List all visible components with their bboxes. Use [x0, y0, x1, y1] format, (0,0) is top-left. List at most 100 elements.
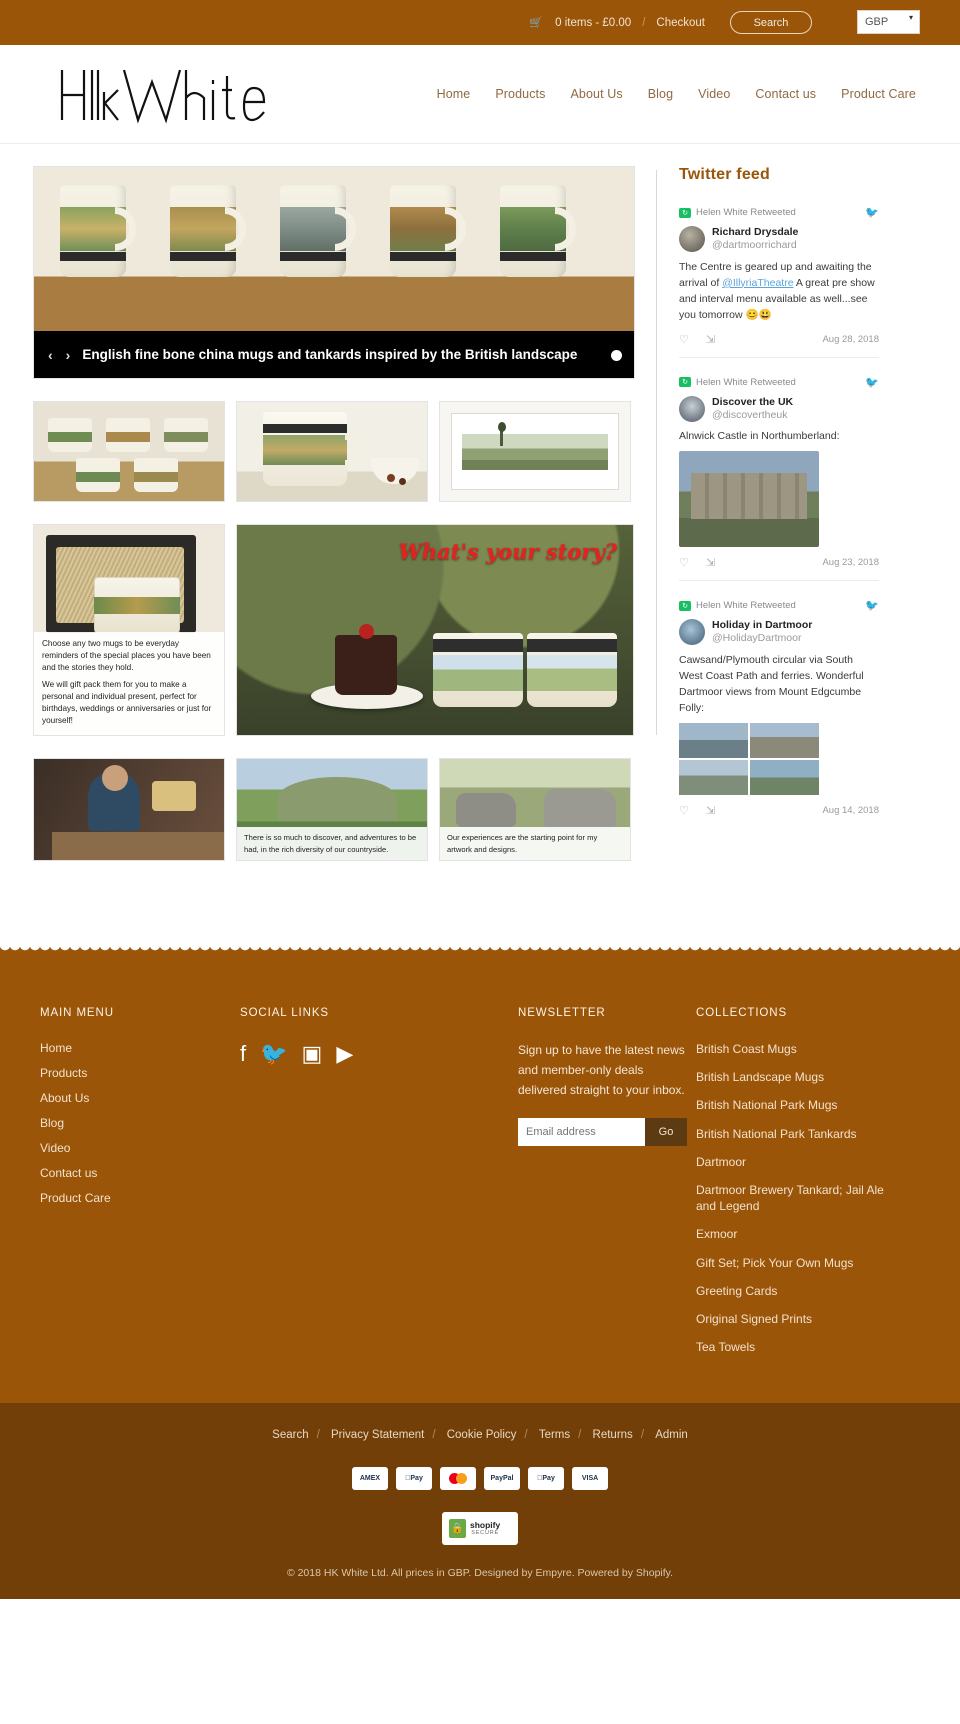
main-content: ‹ › English fine bone china mugs and tan…: [33, 166, 635, 861]
tweet-author[interactable]: Discover the UK: [712, 396, 793, 409]
tweet-mention[interactable]: @IllyriaTheatre: [722, 277, 793, 289]
footer-link-home[interactable]: Home: [40, 1041, 240, 1055]
collection-tea-towels[interactable]: Tea Towels: [696, 1339, 886, 1355]
site-header: Home Products About Us Blog Video Contac…: [0, 45, 960, 144]
tweet-media-grid[interactable]: [679, 722, 819, 795]
checkout-link[interactable]: Checkout: [656, 17, 705, 29]
footer-bottom-bar: Search / Privacy Statement / Cookie Policy…: [0, 1403, 960, 1600]
footer-bottom-separator: /: [640, 1429, 645, 1442]
footer-bottom-link-admin[interactable]: Admin: [655, 1429, 688, 1441]
instagram-icon[interactable]: ▣: [302, 1041, 323, 1067]
tweet-media-thumb[interactable]: [679, 759, 748, 795]
hero-carousel[interactable]: ‹ › English fine bone china mugs and tan…: [33, 166, 635, 379]
story-headline: What's your story?: [398, 539, 617, 564]
product-tile-framed-print[interactable]: [439, 401, 631, 502]
footer-bottom-link-cookie-policy[interactable]: Cookie Policy: [447, 1429, 517, 1441]
site-logo[interactable]: [58, 62, 288, 126]
chocolate-cake: [335, 635, 397, 695]
footer-bottom-link-returns[interactable]: Returns: [593, 1429, 633, 1441]
tweet-media-thumb[interactable]: [679, 722, 748, 758]
carousel-indicator-dot[interactable]: [611, 350, 622, 361]
youtube-icon[interactable]: ▶: [336, 1041, 353, 1067]
newsletter-email-input[interactable]: [518, 1118, 645, 1147]
story-promo[interactable]: What's your story?: [236, 524, 634, 736]
collection-greeting-cards[interactable]: Greeting Cards: [696, 1283, 886, 1299]
footer-bottom-link-search[interactable]: Search: [272, 1429, 308, 1441]
hero-caption-text: English fine bone china mugs and tankard…: [82, 347, 578, 362]
tweet-text: The Centre is geared up and awaiting the…: [679, 260, 879, 324]
footer-link-about-us[interactable]: About Us: [40, 1091, 240, 1105]
heart-icon[interactable]: ♡: [679, 556, 689, 569]
experiences-caption: Our experiences are the starting point f…: [440, 827, 630, 860]
footer-bottom-separator: /: [524, 1429, 528, 1442]
collection-original-signed-prints[interactable]: Original Signed Prints: [696, 1311, 886, 1327]
heart-icon[interactable]: ♡: [679, 804, 689, 817]
tweet-text: Cawsand/Plymouth circular via South West…: [679, 654, 864, 714]
footer-link-blog[interactable]: Blog: [40, 1116, 240, 1130]
facebook-icon[interactable]: f: [240, 1041, 246, 1067]
collection-dartmoor-brewery-tankard[interactable]: Dartmoor Brewery Tankard; Jail Ale and L…: [696, 1182, 886, 1214]
collection-dartmoor[interactable]: Dartmoor: [696, 1154, 886, 1170]
gift-pack-copy: Choose any two mugs to be everyday remin…: [34, 631, 224, 735]
retweet-label: Helen White Retweeted: [696, 207, 796, 218]
product-tile-mug-collection[interactable]: [33, 401, 225, 502]
shopify-secure-badge: 🔒 shopify SECURE: [442, 1512, 518, 1546]
reply-icon[interactable]: ⇲: [706, 333, 715, 346]
nav-item-product-care[interactable]: Product Care: [841, 87, 916, 101]
payment-icon-mastercard: [440, 1467, 476, 1491]
currency-selector[interactable]: GBP ▾: [857, 10, 920, 34]
nav-item-products[interactable]: Products: [495, 87, 545, 101]
tile-experiences[interactable]: Our experiences are the starting point f…: [439, 758, 631, 861]
twitter-icon[interactable]: 🐦: [260, 1041, 287, 1067]
footer-link-video[interactable]: Video: [40, 1141, 240, 1155]
collection-gift-set[interactable]: Gift Set; Pick Your Own Mugs: [696, 1255, 886, 1271]
collection-british-national-park-tankards[interactable]: British National Park Tankards: [696, 1126, 886, 1142]
tweet-date: Aug 23, 2018: [822, 557, 879, 569]
nav-item-home[interactable]: Home: [437, 87, 471, 101]
tweet-media-thumb[interactable]: [750, 759, 819, 795]
newsletter-submit-button[interactable]: Go: [645, 1118, 687, 1147]
reply-icon[interactable]: ⇲: [706, 804, 715, 817]
tile-countryside[interactable]: There is so much to discover, and advent…: [236, 758, 428, 861]
search-button[interactable]: Search: [730, 11, 812, 34]
collection-british-coast-mugs[interactable]: British Coast Mugs: [696, 1041, 886, 1057]
tweet-author[interactable]: Holiday in Dartmoor: [712, 619, 812, 632]
footer-bottom-separator: /: [578, 1429, 582, 1442]
collection-british-landscape-mugs[interactable]: British Landscape Mugs: [696, 1069, 886, 1085]
tweet-item: ↻ Helen White Retweeted 🐦 Richard Drysda…: [679, 206, 879, 358]
cart-link[interactable]: 0 items - £0.00: [555, 17, 631, 29]
reply-icon[interactable]: ⇲: [706, 556, 715, 569]
tweet-media-image[interactable]: [679, 451, 819, 548]
footer-link-products[interactable]: Products: [40, 1066, 240, 1080]
promo-mug-right: [527, 633, 617, 707]
payment-icon-google-pay: Pay: [528, 1467, 564, 1491]
footer-link-contact-us[interactable]: Contact us: [40, 1166, 240, 1180]
payment-icon-amex: AMEX: [352, 1467, 388, 1491]
heart-icon[interactable]: ♡: [679, 333, 689, 346]
product-tile-mug-and-bowl[interactable]: [236, 401, 428, 502]
nav-item-about-us[interactable]: About Us: [570, 87, 622, 101]
twitter-feed-sidebar: Twitter feed ↻ Helen White Retweeted 🐦 R…: [656, 166, 879, 861]
tweet-handle[interactable]: @discovertheuk: [712, 409, 793, 423]
tweet-media-thumb[interactable]: [750, 722, 819, 758]
footer-bottom-link-terms[interactable]: Terms: [539, 1429, 570, 1441]
tweet-author[interactable]: Richard Drysdale: [712, 226, 798, 239]
collection-exmoor[interactable]: Exmoor: [696, 1226, 886, 1242]
tweet-item: ↻ Helen White Retweeted 🐦 Discover the U…: [679, 376, 879, 582]
footer-bottom-link-privacy-statement[interactable]: Privacy Statement: [331, 1429, 424, 1441]
footer-zigzag-divider: [0, 945, 960, 957]
tweet-handle[interactable]: @dartmoorrichard: [712, 239, 798, 253]
carousel-prev-icon[interactable]: ‹: [48, 347, 53, 363]
nav-item-blog[interactable]: Blog: [648, 87, 673, 101]
tile-artist-at-work[interactable]: [33, 758, 225, 861]
tweet-handle[interactable]: @HolidayDartmoor: [712, 632, 812, 646]
nav-item-contact-us[interactable]: Contact us: [755, 87, 816, 101]
carousel-next-icon[interactable]: ›: [66, 347, 71, 363]
secure-badge-title: shopify: [470, 1520, 501, 1531]
footer-main-menu-heading: MAIN MENU: [40, 1007, 114, 1019]
collection-british-national-park-mugs[interactable]: British National Park Mugs: [696, 1097, 886, 1113]
gift-pack-promo[interactable]: Choose any two mugs to be everyday remin…: [33, 524, 225, 736]
footer-link-product-care[interactable]: Product Care: [40, 1191, 240, 1205]
footer-main-menu: MAIN MENU Home Products About Us Blog Vi…: [40, 1007, 240, 1367]
nav-item-video[interactable]: Video: [698, 87, 730, 101]
